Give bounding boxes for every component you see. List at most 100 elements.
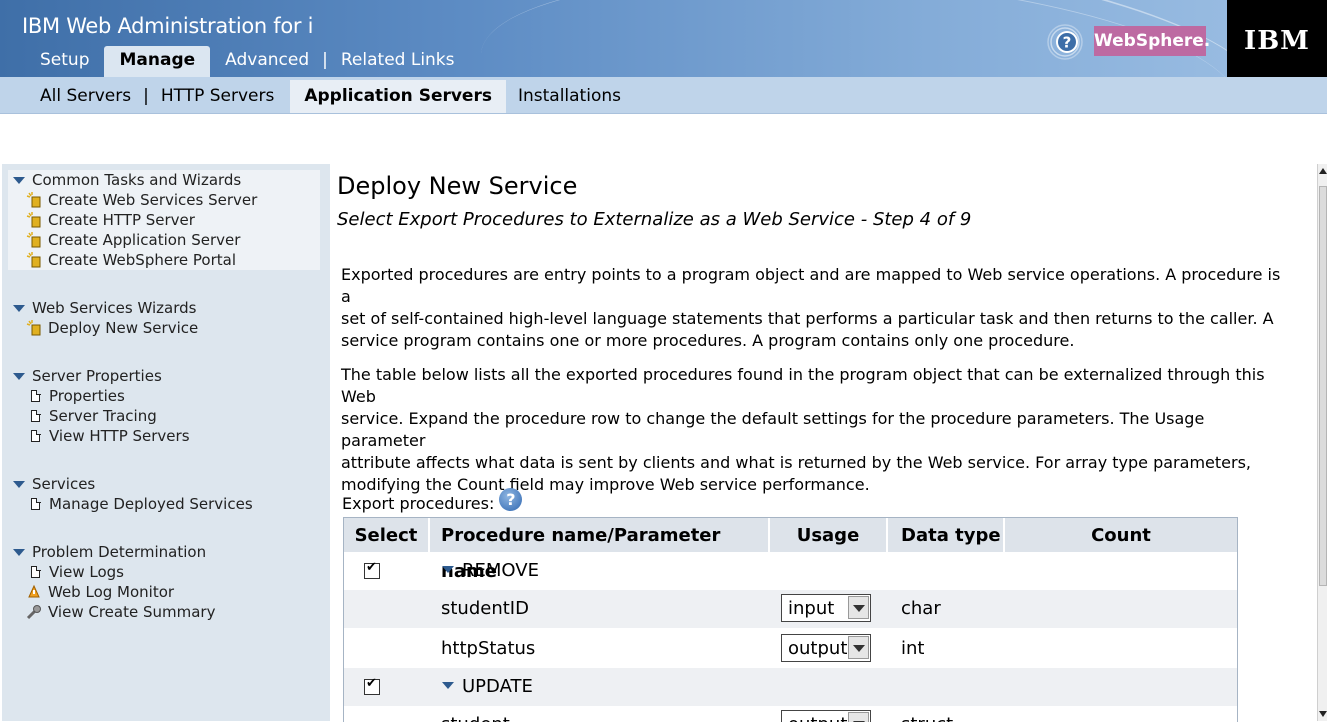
subtab-all-servers[interactable]: All Servers [28, 80, 143, 113]
sidebar-item-properties[interactable]: Properties [8, 386, 320, 406]
sidebar-group-common-tasks: Common Tasks and Wizards Create Web Serv… [8, 170, 320, 270]
paragraph-line: set of self-contained high-level languag… [341, 309, 1274, 328]
collapse-triangle-icon [13, 548, 25, 556]
parameter-name: student [441, 706, 510, 722]
app-title: IBM Web Administration for i [22, 14, 314, 38]
procedure-name[interactable]: REMOVE [442, 552, 539, 590]
page-icon [31, 429, 41, 442]
wizard-icon [26, 320, 41, 336]
collapse-triangle-icon [13, 372, 25, 380]
export-procedures-table: Select Procedure name/Parameter name Usa… [343, 517, 1238, 722]
paragraph-line: The table below lists all the exported p… [341, 365, 1265, 406]
chevron-down-icon[interactable] [848, 636, 869, 659]
table-description-paragraph: The table below lists all the exported p… [341, 364, 1291, 496]
collapse-triangle-icon [13, 304, 25, 312]
page-icon [31, 565, 41, 578]
sub-navigation: All Servers | HTTP Servers Application S… [0, 77, 1327, 114]
wizard-icon [26, 232, 41, 248]
scroll-down-icon[interactable] [1319, 711, 1327, 717]
sidebar-item-create-application-server[interactable]: Create Application Server [8, 230, 320, 250]
procedure-name[interactable]: UPDATE [442, 668, 533, 706]
tab-advanced[interactable]: Advanced [212, 46, 322, 77]
parameter-datatype: int [901, 638, 925, 659]
page-icon [31, 409, 41, 422]
page-icon [31, 389, 41, 402]
paragraph-line: service program contains one or more pro… [341, 331, 1075, 350]
sidebar-item-view-http-servers[interactable]: View HTTP Servers [8, 426, 320, 446]
sidebar-group-header[interactable]: Web Services Wizards [8, 298, 320, 318]
sidebar-item-view-create-summary[interactable]: View Create Summary [8, 602, 320, 622]
column-header-usage: Usage [770, 518, 886, 552]
vertical-scrollbar[interactable] [1317, 164, 1327, 721]
table-row-parameter: httpStatus output int [344, 630, 1237, 668]
sidebar-item-create-web-services-server[interactable]: Create Web Services Server [8, 190, 320, 210]
parameter-datatype: struct [901, 706, 953, 722]
page-title: Deploy New Service [337, 172, 578, 200]
scroll-up-icon[interactable] [1319, 168, 1327, 174]
sidebar-group-web-services-wizards: Web Services Wizards Deploy New Service [8, 298, 320, 338]
wizard-icon [26, 252, 41, 268]
paragraph-line: Exported procedures are entry points to … [341, 265, 1281, 306]
app-header: IBM Web Administration for i Setup Manag… [0, 0, 1327, 77]
sidebar: Common Tasks and Wizards Create Web Serv… [2, 164, 330, 721]
sidebar-item-create-websphere-portal[interactable]: Create WebSphere Portal [8, 250, 320, 270]
sidebar-item-server-tracing[interactable]: Server Tracing [8, 406, 320, 426]
wrench-icon [26, 605, 41, 620]
parameter-name: studentID [441, 598, 529, 619]
subtab-application-servers[interactable]: Application Servers [290, 80, 506, 113]
sidebar-item-create-http-server[interactable]: Create HTTP Server [8, 210, 320, 230]
tab-related-links[interactable]: Related Links [328, 46, 468, 77]
monitor-icon [28, 584, 40, 598]
parameter-datatype: char [901, 598, 941, 619]
column-header-name: Procedure name/Parameter name [430, 518, 768, 582]
wizard-icon [26, 192, 41, 208]
sidebar-group-services: Services Manage Deployed Services [8, 474, 320, 514]
sidebar-group-server-properties: Server Properties Properties Server Trac… [8, 366, 320, 446]
table-row-procedure: UPDATE [344, 668, 1237, 706]
sidebar-item-view-logs[interactable]: View Logs [8, 562, 320, 582]
subtab-installations[interactable]: Installations [506, 80, 633, 113]
sidebar-item-deploy-new-service[interactable]: Deploy New Service [8, 318, 320, 338]
help-icon[interactable]: ? [1047, 24, 1083, 60]
svg-text:?: ? [1063, 34, 1072, 52]
select-checkbox[interactable] [364, 560, 380, 579]
column-header-count: Count [1005, 518, 1237, 552]
scrollbar-thumb[interactable] [1319, 186, 1327, 586]
usage-select[interactable]: input [781, 594, 871, 622]
table-row-procedure: REMOVE [344, 552, 1237, 590]
top-tabs: Setup Manage Advanced | Related Links [27, 46, 468, 77]
table-row-parameter: student output struct [344, 706, 1237, 722]
column-header-select: Select [344, 518, 428, 552]
ibm-logo: IBM [1227, 26, 1327, 56]
tab-setup[interactable]: Setup [27, 46, 102, 77]
export-procedures-label: Export procedures: ? [342, 488, 523, 515]
sidebar-group-header[interactable]: Services [8, 474, 320, 494]
page-icon [31, 497, 41, 510]
wizard-icon [26, 212, 41, 228]
usage-select[interactable]: output [781, 710, 871, 722]
sidebar-item-manage-deployed-services[interactable]: Manage Deployed Services [8, 494, 320, 514]
sidebar-group-header[interactable]: Problem Determination [8, 542, 320, 562]
help-question-icon[interactable]: ? [499, 488, 523, 511]
sidebar-group-problem-determination: Problem Determination View Logs Web Log … [8, 542, 320, 622]
websphere-badge: WebSphere. [1094, 26, 1210, 56]
tab-manage[interactable]: Manage [104, 46, 211, 77]
column-header-datatype: Data type [888, 518, 1003, 552]
paragraph-line: attribute affects what data is sent by c… [341, 453, 1251, 472]
sidebar-group-header[interactable]: Common Tasks and Wizards [8, 170, 320, 190]
table-row-parameter: studentID input char [344, 590, 1237, 628]
expand-triangle-icon[interactable] [442, 682, 454, 689]
usage-select[interactable]: output [781, 634, 871, 662]
sidebar-group-header[interactable]: Server Properties [8, 366, 320, 386]
collapse-triangle-icon [13, 480, 25, 488]
page-subtitle: Select Export Procedures to Externalize … [337, 209, 972, 230]
intro-paragraph: Exported procedures are entry points to … [341, 264, 1291, 352]
select-checkbox[interactable] [364, 676, 380, 695]
chevron-down-icon[interactable] [848, 596, 869, 619]
subtab-http-servers[interactable]: HTTP Servers [149, 80, 287, 113]
sidebar-item-web-log-monitor[interactable]: Web Log Monitor [8, 582, 320, 602]
parameter-name: httpStatus [441, 638, 536, 659]
ibm-logo-box: IBM [1227, 0, 1327, 77]
expand-triangle-icon[interactable] [442, 566, 454, 573]
collapse-triangle-icon [13, 176, 25, 184]
